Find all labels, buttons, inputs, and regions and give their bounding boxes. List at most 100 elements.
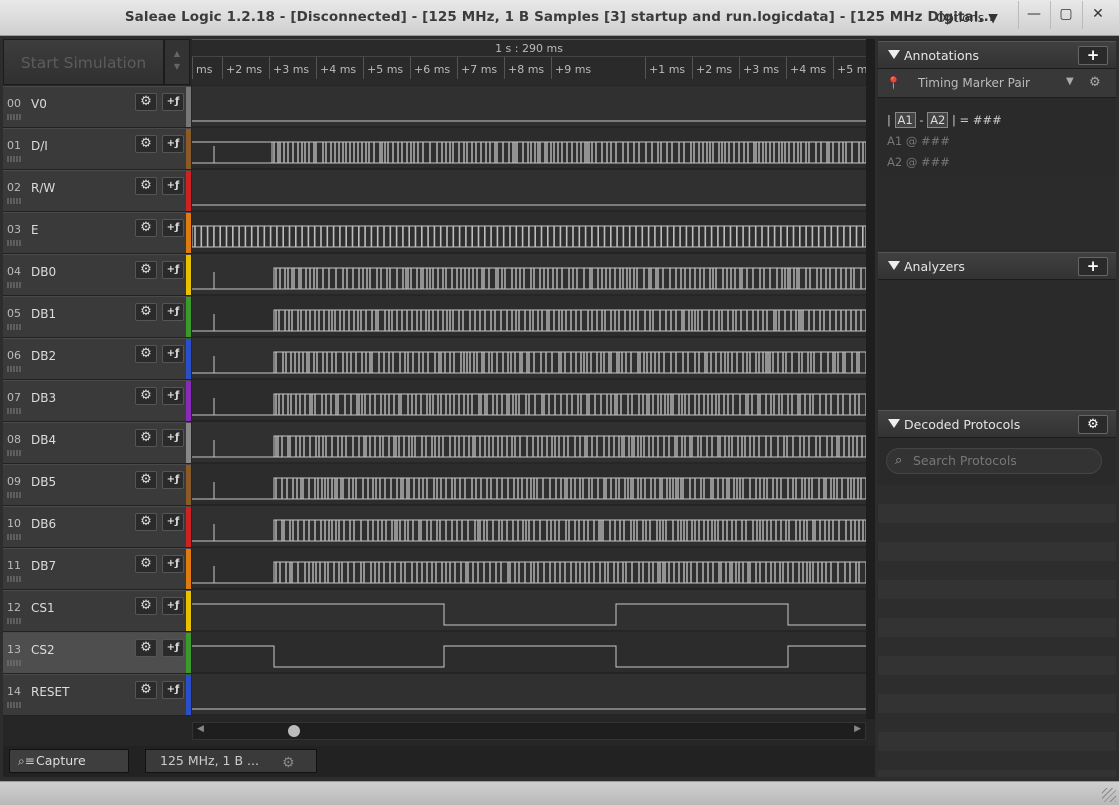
scroll-thumb[interactable] (288, 725, 300, 737)
channel-name[interactable]: DB2 (31, 349, 56, 363)
trigger-icon[interactable]: +ƒ (162, 681, 184, 699)
simulation-spinner[interactable]: ▲ ▼ (164, 39, 190, 85)
decoded-protocols-settings-button[interactable]: ⚙ (1078, 415, 1108, 434)
gear-icon[interactable]: ⚙ (135, 135, 157, 153)
channel-name[interactable]: DB3 (31, 391, 56, 405)
timing-marker-pair-row[interactable]: 📍 Timing Marker Pair ▼ ⚙ (878, 69, 1116, 97)
channel-row[interactable]: 13 CS2 ⚙ +ƒ (3, 632, 191, 674)
a2-badge[interactable]: A2 (927, 112, 949, 128)
collapse-triangle-icon[interactable] (888, 50, 900, 59)
channel-row[interactable]: 07 DB3 ⚙ +ƒ (3, 380, 191, 422)
channel-name[interactable]: DB7 (31, 559, 56, 573)
gear-icon[interactable]: ⚙ (135, 597, 157, 615)
channel-row[interactable]: 09 DB5 ⚙ +ƒ (3, 464, 191, 506)
trigger-icon[interactable]: +ƒ (162, 387, 184, 405)
gear-icon[interactable]: ⚙ (135, 681, 157, 699)
channel-row[interactable]: 01 D/I ⚙ +ƒ (3, 128, 191, 170)
gear-icon[interactable]: ⚙ (135, 429, 157, 447)
channel-name[interactable]: RESET (31, 685, 69, 699)
gear-icon[interactable]: ⚙ (1089, 75, 1101, 90)
gear-icon[interactable]: ⚙ (135, 513, 157, 531)
time-ruler[interactable]: 1 s : 290 ms ms +2 ms +3 ms +4 ms +5 ms +6 ms… (192, 39, 866, 85)
gear-icon[interactable]: ⚙ (135, 387, 157, 405)
trigger-icon[interactable]: +ƒ (162, 345, 184, 363)
drag-handle-icon[interactable] (7, 576, 21, 582)
drag-handle-icon[interactable] (7, 198, 21, 204)
channel-name[interactable]: E (31, 223, 39, 237)
a1-badge[interactable]: A1 (894, 112, 916, 128)
gear-icon[interactable]: ⚙ (135, 639, 157, 657)
gear-icon[interactable]: ⚙ (135, 303, 157, 321)
chevron-up-icon[interactable]: ▲ (174, 49, 180, 58)
channel-row[interactable]: 00 V0 ⚙ +ƒ (3, 86, 191, 128)
scroll-left-icon[interactable]: ◀ (197, 724, 204, 734)
channel-row[interactable]: 04 DB0 ⚙ +ƒ (3, 254, 191, 296)
channel-name[interactable]: DB1 (31, 307, 56, 321)
trigger-icon[interactable]: +ƒ (162, 93, 184, 111)
capture-tab[interactable]: ⌕≡ Capture (9, 749, 129, 773)
resize-grip-icon[interactable] (1102, 788, 1116, 802)
channel-name[interactable]: V0 (31, 97, 47, 111)
gear-icon[interactable]: ⚙ (135, 555, 157, 573)
channel-name[interactable]: DB0 (31, 265, 56, 279)
options-menu[interactable]: Options ▼ (936, 10, 998, 25)
chevron-down-icon[interactable]: ▼ (1066, 76, 1074, 87)
channel-name[interactable]: R/W (31, 181, 55, 195)
channel-row[interactable]: 14 RESET ⚙ +ƒ (3, 674, 191, 716)
minimize-button[interactable]: — (1018, 1, 1049, 29)
gear-icon[interactable]: ⚙ (282, 752, 295, 774)
maximize-button[interactable]: ▢ (1050, 1, 1081, 29)
drag-handle-icon[interactable] (7, 282, 21, 288)
drag-handle-icon[interactable] (7, 408, 21, 414)
drag-handle-icon[interactable] (7, 618, 21, 624)
gear-icon[interactable]: ⚙ (135, 93, 157, 111)
drag-handle-icon[interactable] (7, 324, 21, 330)
trigger-icon[interactable]: +ƒ (162, 555, 184, 573)
drag-handle-icon[interactable] (7, 534, 21, 540)
waveform-view[interactable] (192, 86, 866, 716)
start-simulation-button[interactable]: Start Simulation (3, 39, 164, 85)
decoded-protocols-header[interactable]: Decoded Protocols ⚙ (878, 410, 1116, 438)
collapse-triangle-icon[interactable] (888, 261, 900, 270)
channel-row[interactable]: 03 E ⚙ +ƒ (3, 212, 191, 254)
gear-icon[interactable]: ⚙ (135, 219, 157, 237)
channel-name[interactable]: DB4 (31, 433, 56, 447)
trigger-icon[interactable]: +ƒ (162, 303, 184, 321)
add-annotation-button[interactable]: + (1078, 46, 1108, 65)
channel-row[interactable]: 05 DB1 ⚙ +ƒ (3, 296, 191, 338)
channel-name[interactable]: CS1 (31, 601, 55, 615)
analyzers-header[interactable]: Analyzers + (878, 252, 1116, 280)
channel-row[interactable]: 11 DB7 ⚙ +ƒ (3, 548, 191, 590)
trigger-icon[interactable]: +ƒ (162, 177, 184, 195)
gear-icon[interactable]: ⚙ (135, 261, 157, 279)
trigger-icon[interactable]: +ƒ (162, 471, 184, 489)
horizontal-scrollbar[interactable]: ◀ ▶ (192, 722, 866, 740)
annotations-header[interactable]: Annotations + (878, 41, 1116, 69)
drag-handle-icon[interactable] (7, 240, 21, 246)
channel-name[interactable]: DB6 (31, 517, 56, 531)
vertical-scrollbar[interactable] (866, 39, 875, 719)
drag-handle-icon[interactable] (7, 366, 21, 372)
channel-row[interactable]: 06 DB2 ⚙ +ƒ (3, 338, 191, 380)
drag-handle-icon[interactable] (7, 660, 21, 666)
drag-handle-icon[interactable] (7, 156, 21, 162)
session-tab[interactable]: 125 MHz, 1 B ... ⚙ (145, 749, 317, 773)
gear-icon[interactable]: ⚙ (135, 345, 157, 363)
channel-row[interactable]: 08 DB4 ⚙ +ƒ (3, 422, 191, 464)
channel-name[interactable]: D/I (31, 139, 48, 153)
gear-icon[interactable]: ⚙ (135, 471, 157, 489)
drag-handle-icon[interactable] (7, 114, 21, 120)
chevron-down-icon[interactable]: ▼ (174, 62, 180, 71)
add-analyzer-button[interactable]: + (1078, 257, 1108, 276)
search-protocols-input[interactable]: ⌕ Search Protocols (886, 448, 1102, 474)
trigger-icon[interactable]: +ƒ (162, 513, 184, 531)
trigger-icon[interactable]: +ƒ (162, 639, 184, 657)
gear-icon[interactable]: ⚙ (135, 177, 157, 195)
channel-row[interactable]: 12 CS1 ⚙ +ƒ (3, 590, 191, 632)
drag-handle-icon[interactable] (7, 702, 21, 708)
scroll-right-icon[interactable]: ▶ (854, 724, 861, 734)
trigger-icon[interactable]: +ƒ (162, 429, 184, 447)
channel-name[interactable]: CS2 (31, 643, 55, 657)
trigger-icon[interactable]: +ƒ (162, 219, 184, 237)
close-button[interactable]: ✕ (1082, 1, 1113, 29)
